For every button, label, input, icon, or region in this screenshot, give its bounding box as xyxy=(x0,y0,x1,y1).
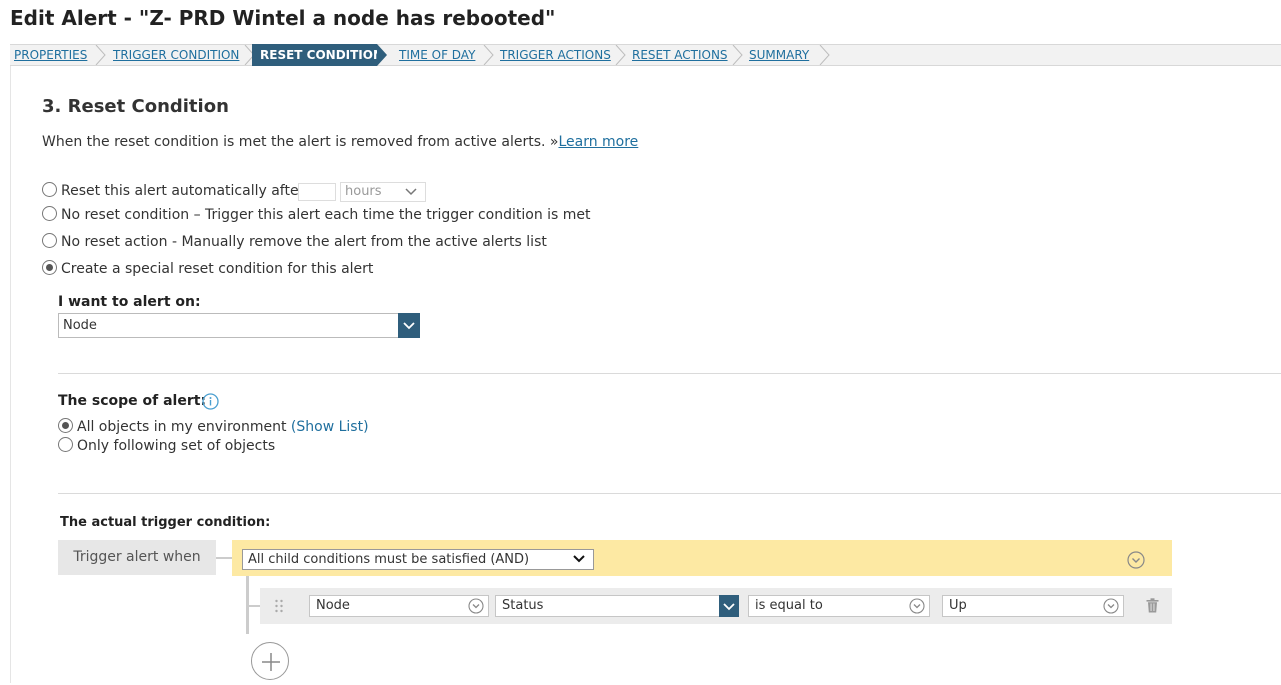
condition-operator-select[interactable]: is equal to xyxy=(748,595,930,617)
scope-label: The scope of alert: xyxy=(58,393,207,409)
group-menu-icon[interactable] xyxy=(1127,551,1145,569)
reset-auto-radio[interactable] xyxy=(42,182,57,197)
step-time-of-day[interactable]: TIME OF DAY xyxy=(399,45,475,65)
no-reset-condition-label: No reset condition – Trigger this alert … xyxy=(61,207,591,223)
no-reset-action-radio[interactable] xyxy=(42,233,57,248)
scope-all-label: All objects in my environment (Show List… xyxy=(77,419,369,435)
condition-field-value: Status xyxy=(502,598,544,613)
description-text: When the reset condition is met the aler… xyxy=(42,134,559,150)
chevron-right-icon xyxy=(615,45,626,65)
trigger-condition-label: The actual trigger condition: xyxy=(60,515,271,530)
group-operator-select[interactable]: All child conditions must be satisfied (… xyxy=(242,549,594,570)
section-description: When the reset condition is met the aler… xyxy=(42,134,638,150)
reset-auto-label: Reset this alert automatically after xyxy=(61,183,305,199)
alert-on-value: Node xyxy=(63,318,97,333)
chevron-down-icon xyxy=(403,322,415,330)
drag-handle-icon[interactable] xyxy=(274,598,284,614)
condition-object-value: Node xyxy=(316,598,350,613)
reset-unit-select[interactable]: hours xyxy=(340,182,426,202)
chevron-down-icon xyxy=(723,603,735,611)
content-border xyxy=(10,66,11,683)
chevron-down-circle-icon xyxy=(468,598,484,614)
step-properties[interactable]: PROPERTIES xyxy=(14,45,87,65)
trigger-when-label: Trigger alert when xyxy=(58,540,216,575)
condition-value-select[interactable]: Up xyxy=(942,595,1124,617)
step-trigger-actions[interactable]: TRIGGER ACTIONS xyxy=(500,45,611,65)
step-reset-actions[interactable]: RESET ACTIONS xyxy=(632,45,728,65)
divider xyxy=(58,493,1281,494)
tree-connector xyxy=(216,557,232,559)
special-reset-label: Create a special reset condition for thi… xyxy=(61,261,374,277)
special-reset-radio[interactable] xyxy=(42,260,57,275)
scope-following-radio[interactable] xyxy=(58,437,73,452)
show-list-link[interactable]: (Show List) xyxy=(291,419,369,435)
chevron-right-icon xyxy=(732,45,743,65)
step-summary[interactable]: SUMMARY xyxy=(749,45,809,65)
add-condition-button[interactable] xyxy=(251,642,289,680)
group-operator-value: All child conditions must be satisfied (… xyxy=(248,552,530,567)
plus-icon xyxy=(262,653,280,671)
page-title: Edit Alert - "Z- PRD Wintel a node has r… xyxy=(10,6,556,30)
step-trigger-condition[interactable]: TRIGGER CONDITION xyxy=(113,45,239,65)
dropdown-button[interactable] xyxy=(398,313,420,338)
scope-all-text: All objects in my environment xyxy=(77,419,287,435)
reset-unit-value: hours xyxy=(345,184,382,199)
no-reset-action-label: No reset action - Manually remove the al… xyxy=(61,234,547,250)
breadcrumb: PROPERTIES TRIGGER CONDITION RESET CONDI… xyxy=(10,44,1281,66)
no-reset-condition-radio[interactable] xyxy=(42,206,57,221)
dropdown-button[interactable] xyxy=(719,595,739,617)
alert-on-label: I want to alert on: xyxy=(58,294,201,310)
condition-field-select[interactable]: Status xyxy=(495,595,739,617)
step-reset-condition[interactable]: RESET CONDITION xyxy=(252,44,387,66)
condition-object-select[interactable]: Node xyxy=(309,595,489,617)
chevron-down-circle-icon xyxy=(909,598,925,614)
condition-value-value: Up xyxy=(949,598,967,613)
alert-on-select[interactable]: Node xyxy=(58,313,420,338)
chevron-down-icon xyxy=(405,188,417,196)
condition-operator-value: is equal to xyxy=(755,598,823,613)
learn-more-link[interactable]: Learn more xyxy=(558,134,638,150)
tree-connector xyxy=(249,605,260,607)
divider xyxy=(58,373,1281,374)
chevron-right-icon xyxy=(95,45,106,65)
chevron-down-icon xyxy=(573,555,585,563)
scope-following-label: Only following set of objects xyxy=(77,438,276,454)
chevron-right-icon xyxy=(819,45,830,65)
scope-all-radio[interactable] xyxy=(58,418,73,433)
section-title: 3. Reset Condition xyxy=(42,96,229,117)
chevron-right-icon xyxy=(483,45,494,65)
trash-icon[interactable] xyxy=(1146,598,1159,613)
chevron-down-circle-icon xyxy=(1103,598,1119,614)
info-icon[interactable] xyxy=(202,393,219,410)
reset-amount-input[interactable] xyxy=(298,183,336,201)
